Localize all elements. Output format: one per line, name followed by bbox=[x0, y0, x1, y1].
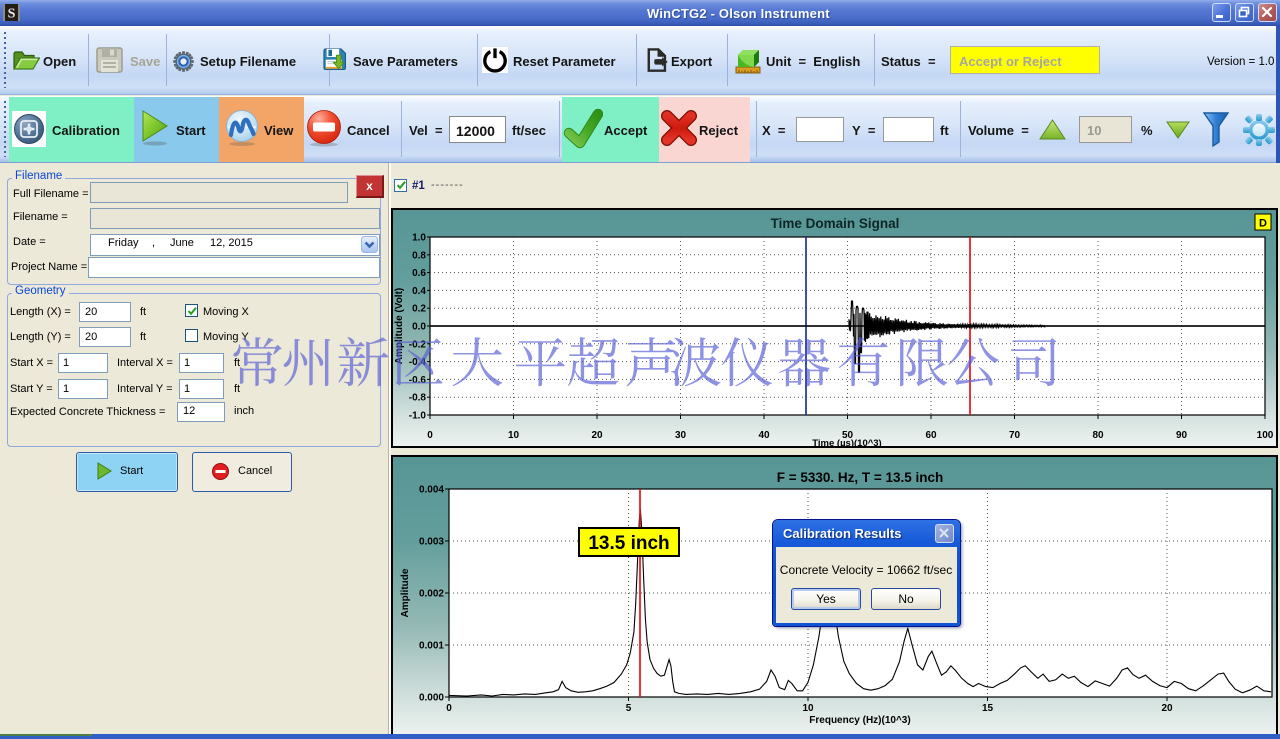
svg-text:100: 100 bbox=[1257, 430, 1274, 441]
svg-text:5: 5 bbox=[626, 703, 632, 714]
svg-text:Frequency (Hz)(10^3): Frequency (Hz)(10^3) bbox=[809, 715, 910, 726]
svg-text:80: 80 bbox=[1092, 430, 1104, 441]
svg-text:0: 0 bbox=[427, 430, 433, 441]
svg-text:0.001: 0.001 bbox=[419, 641, 444, 652]
svg-text:D: D bbox=[1259, 218, 1267, 230]
svg-text:Amplitude: Amplitude bbox=[400, 568, 411, 617]
svg-text:1.0: 1.0 bbox=[412, 233, 426, 244]
svg-text:-0.2: -0.2 bbox=[409, 339, 427, 350]
svg-text:10: 10 bbox=[508, 430, 520, 441]
svg-text:15: 15 bbox=[982, 703, 994, 714]
svg-text:70: 70 bbox=[1009, 430, 1021, 441]
svg-text:0.002: 0.002 bbox=[419, 589, 444, 600]
svg-text:0.2: 0.2 bbox=[412, 304, 426, 315]
svg-text:-0.6: -0.6 bbox=[409, 375, 427, 386]
svg-text:0.003: 0.003 bbox=[419, 537, 444, 548]
svg-text:10: 10 bbox=[802, 703, 814, 714]
svg-text:40: 40 bbox=[758, 430, 770, 441]
svg-text:Time (µs)(10^3): Time (µs)(10^3) bbox=[812, 438, 881, 448]
svg-text:0: 0 bbox=[446, 703, 452, 714]
svg-text:90: 90 bbox=[1176, 430, 1188, 441]
svg-text:0.000: 0.000 bbox=[419, 693, 444, 704]
svg-text:Amplitude (Volt): Amplitude (Volt) bbox=[394, 288, 405, 364]
svg-text:0.4: 0.4 bbox=[412, 286, 426, 297]
svg-text:13.5 inch: 13.5 inch bbox=[588, 533, 669, 554]
svg-text:-1.0: -1.0 bbox=[409, 411, 427, 422]
svg-text:0.6: 0.6 bbox=[412, 268, 426, 279]
svg-text:20: 20 bbox=[1161, 703, 1173, 714]
svg-text:60: 60 bbox=[925, 430, 937, 441]
svg-text:F = 5330. Hz, T = 13.5 inch: F = 5330. Hz, T = 13.5 inch bbox=[777, 470, 944, 485]
svg-text:-0.8: -0.8 bbox=[409, 393, 427, 404]
svg-text:20: 20 bbox=[591, 430, 603, 441]
svg-text:0.004: 0.004 bbox=[419, 485, 444, 496]
svg-text:0.0: 0.0 bbox=[412, 322, 426, 333]
svg-text:30: 30 bbox=[675, 430, 687, 441]
svg-text:S: S bbox=[8, 7, 16, 22]
svg-text:0.8: 0.8 bbox=[412, 250, 426, 261]
svg-text:-0.4: -0.4 bbox=[409, 357, 427, 368]
svg-text:Time Domain Signal: Time Domain Signal bbox=[771, 216, 900, 231]
